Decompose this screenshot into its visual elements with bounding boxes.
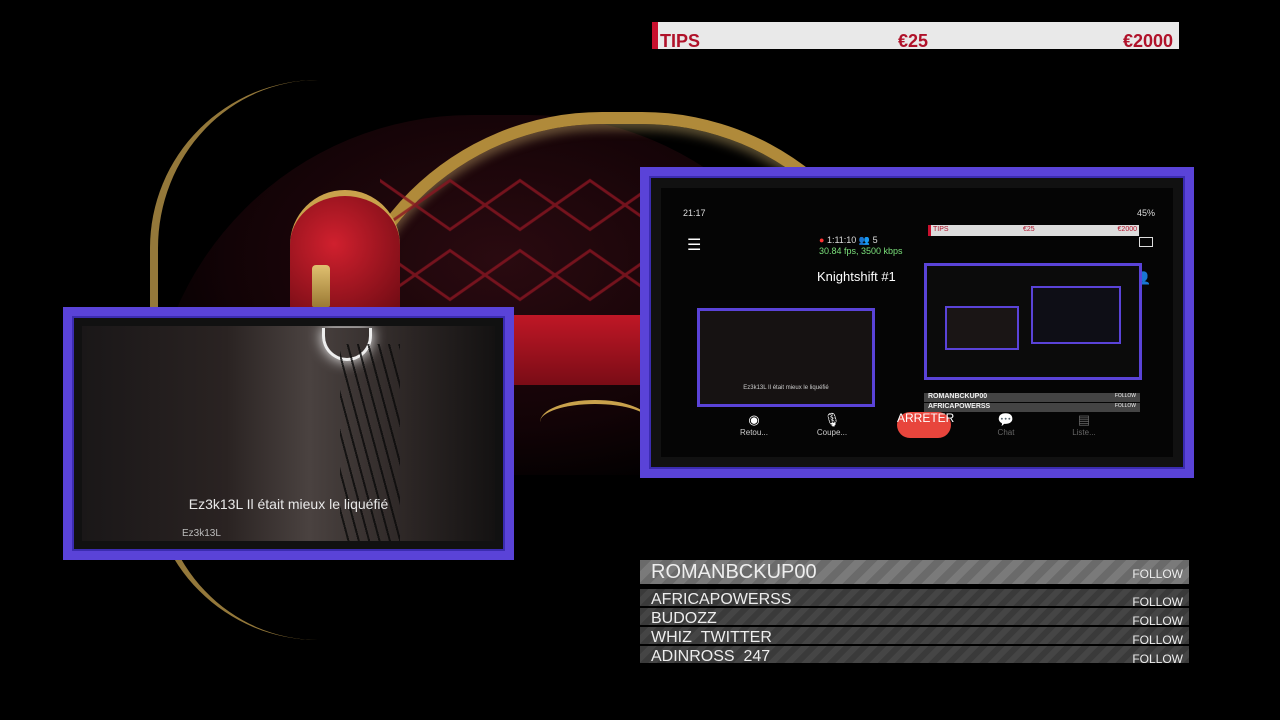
follow-label: FOLLOW [1132, 567, 1183, 581]
phone-controls: ◉ Retou... 🎙 Coupe... ARRETER 💬 Chat ▤ L… [661, 412, 1173, 452]
follow-list: ROMANBCKUP00 FOLLOW AFRICAPOWERSS FOLLOW… [640, 560, 1189, 665]
camera-icon: ◉ [748, 412, 760, 427]
follow-label: FOLLOW [1132, 652, 1183, 663]
phone-time: 21:17 [683, 208, 706, 218]
phone-screen: 21:17 45% ☰ ● 1:11:10 👥 5 30.84 fps, 350… [661, 188, 1173, 457]
back-control[interactable]: ◉ Retou... [729, 412, 779, 437]
viewer-count: 5 [872, 235, 878, 245]
follow-row: BUDOZZ FOLLOW [640, 608, 1189, 625]
follower-name: BUDOZZ [651, 610, 717, 625]
stop-button[interactable]: ARRETER [897, 412, 954, 438]
mini-tips-bar: TIPS €25 €2000 [928, 225, 1139, 236]
follow-label: FOLLOW [1132, 614, 1183, 625]
microphone-icon: 🎙 [823, 412, 841, 427]
mute-control[interactable]: 🎙 Coupe... [807, 412, 857, 437]
mini-tips-current: €25 [1023, 226, 1035, 233]
camera-panel: Ez3k13L Il était mieux le liquéfié Ez3k1… [63, 307, 514, 560]
follower-name: ROMANBCKUP00 [651, 561, 817, 583]
phone-mirror-panel: 21:17 45% ☰ ● 1:11:10 👥 5 30.84 fps, 350… [640, 167, 1194, 478]
sofa-arm [290, 190, 400, 316]
nested-preview-right [1031, 286, 1121, 344]
fps-bitrate: 30.84 fps, 3500 kbps [819, 246, 903, 256]
mini-preview-panel [924, 263, 1142, 380]
mini-follow-row: ROMANBCKUP00 FOLLOW [924, 393, 1140, 402]
screen-icon[interactable] [1139, 237, 1153, 247]
phone-battery: 45% [1136, 208, 1155, 218]
viewers-icon: 👥 [858, 235, 871, 245]
tips-label: TIPS [660, 31, 701, 51]
follower-name: WHIZ_TWITTER [651, 629, 772, 644]
follow-row: WHIZ_TWITTER FOLLOW [640, 627, 1189, 644]
follow-row: AFRICAPOWERSS FOLLOW [640, 589, 1189, 606]
mini-tips-goal: €2000 [1117, 226, 1137, 233]
subtitle-caption: Ez3k13L Il était mieux le liquéfié [188, 496, 389, 512]
tips-current: €25 [898, 31, 929, 51]
follower-name: AFRICAPOWERSS [651, 591, 792, 606]
duration-value: 1:11:10 [826, 235, 857, 245]
follower-name: ADINROSS_247 [651, 648, 771, 663]
tips-goal-bar: TIPS €25 €2000 [652, 22, 1179, 51]
hamburger-menu-icon[interactable]: ☰ [687, 235, 701, 255]
tips-goal: €2000 [1122, 31, 1173, 51]
channel-title: Knightshift #1 [817, 269, 896, 284]
list-control[interactable]: ▤ Liste... [1059, 412, 1109, 437]
list-icon: ▤ [1077, 412, 1091, 427]
chat-control[interactable]: 💬 Chat [981, 412, 1031, 437]
chat-icon: 💬 [997, 412, 1015, 427]
mini-caption: Ez3k13L Il était mieux le liquéfié [743, 385, 829, 391]
gold-trim [540, 400, 650, 444]
mini-camera-panel: Ez3k13L Il était mieux le liquéfié [697, 308, 875, 407]
mini-tips-label: TIPS [933, 226, 949, 233]
follow-row: ADINROSS_247 FOLLOW [640, 646, 1189, 663]
nested-preview-left [945, 306, 1019, 350]
follow-row: ROMANBCKUP00 FOLLOW [640, 560, 1189, 584]
follow-label: FOLLOW [1132, 633, 1183, 644]
follow-label: FOLLOW [1132, 595, 1183, 606]
mini-follow-list: ROMANBCKUP00 FOLLOW AFRICAPOWERSS FOLLOW [924, 393, 1140, 413]
tassel [312, 265, 330, 307]
mini-follow-row: AFRICAPOWERSS FOLLOW [924, 403, 1140, 412]
watermark: Ez3k13L [182, 528, 221, 539]
record-dot-icon: ● [819, 235, 825, 245]
stream-duration: ● 1:11:10 👥 5 [819, 235, 878, 246]
camera-view: Ez3k13L Il était mieux le liquéfié Ez3k1… [82, 326, 495, 541]
